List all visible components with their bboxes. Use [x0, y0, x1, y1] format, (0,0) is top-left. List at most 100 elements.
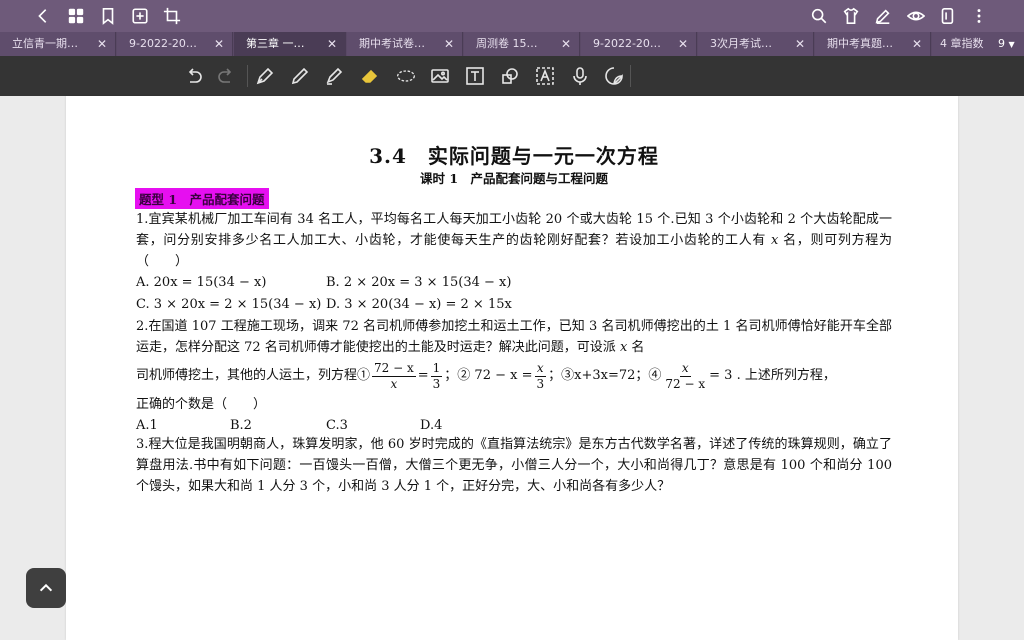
theme-icon[interactable]: [840, 5, 862, 27]
grid-icon[interactable]: [65, 5, 87, 27]
sticker-icon[interactable]: [602, 64, 626, 88]
fraction-denominator: 3: [432, 376, 441, 391]
page-subtitle: 课时 1 产品配套问题与工程问题: [419, 171, 609, 186]
tab-document[interactable]: 4 章指数: [932, 32, 992, 56]
equation-2-text: ；② 72 − x =: [444, 368, 533, 383]
option-d: D. 3 × 20(34 − x) = 2 × 15x: [326, 297, 512, 312]
microphone-icon[interactable]: [568, 64, 592, 88]
toolbar-divider: [630, 65, 631, 87]
question-1: 1.宜宾某机械厂加工车间有 34 名工人，平均每名工人每天加工小齿轮 20 个或…: [136, 209, 892, 272]
scroll-to-top-button[interactable]: [26, 568, 66, 608]
close-icon[interactable]: ✕: [444, 32, 454, 56]
redo-icon[interactable]: [214, 64, 238, 88]
undo-icon[interactable]: [182, 64, 206, 88]
text-recognition-icon[interactable]: [533, 64, 557, 88]
document-page[interactable]: 3.4 实际问题与一元一次方程 课时 1 产品配套问题与工程问题 题型 1 产品…: [66, 96, 958, 640]
shapes-icon[interactable]: [498, 64, 522, 88]
chevron-up-icon: [39, 583, 53, 592]
fraction-2: x3: [534, 360, 547, 392]
option-d: D.4: [420, 418, 443, 433]
more-icon[interactable]: [968, 5, 990, 27]
fraction-denominator: x: [390, 376, 398, 391]
drawing-toolbar: [0, 56, 1024, 146]
tab-label: 期中考真题…: [827, 37, 893, 50]
option-b: B.2: [230, 418, 252, 433]
image-icon[interactable]: [428, 64, 452, 88]
category-highlight: 题型 1 产品配套问题: [135, 188, 269, 209]
pen-edit-icon[interactable]: [872, 5, 894, 27]
fraction-numerator: 1: [430, 360, 443, 377]
fountain-pen-icon[interactable]: [253, 64, 277, 88]
pages-icon[interactable]: [936, 5, 958, 27]
fraction-denominator: 3: [536, 376, 545, 391]
option-c: C.3: [326, 418, 348, 433]
fraction-4: x 72 − x: [663, 361, 707, 392]
read-mode-icon[interactable]: [905, 5, 927, 27]
fraction-denominator: 72 − x: [665, 376, 706, 391]
question-2-text: 2.在国道 107 工程施工现场，调来 72 名司机师傅参加挖土和运土工作，已知…: [136, 319, 892, 355]
tab-label: 第三章 一…: [246, 37, 305, 50]
question-2: 2.在国道 107 工程施工现场，调来 72 名司机师傅参加挖土和运土工作，已知…: [136, 316, 892, 358]
tab-label: 9-2022-20…: [593, 37, 661, 50]
question-3: 3.程大位是我国明朝商人，珠算发明家，他 60 岁时完成的《直指算法统宗》是东方…: [136, 437, 892, 494]
text-box-icon[interactable]: [463, 64, 487, 88]
equation-3-text: ；③x+3x=72；④: [548, 368, 662, 383]
equation-tail-text: = 3 . 上述所列方程，: [709, 368, 836, 383]
search-icon[interactable]: [808, 5, 830, 27]
tab-label: 周测卷 15…: [476, 37, 538, 50]
tab-bar: 立信青一期… ✕ 9-2022-20… ✕ 第三章 一… ✕ 期中考试卷… ✕ …: [0, 32, 1024, 56]
question-2-text-end: 名: [627, 340, 645, 355]
tab-count-value: 9: [998, 37, 1005, 50]
tab-document[interactable]: 周测卷 15… ✕: [464, 32, 580, 56]
tab-document-active[interactable]: 第三章 一… ✕: [234, 32, 346, 56]
option-c: C. 3 × 20x = 2 × 15(34 − x): [136, 297, 322, 312]
fraction-numerator: x: [534, 360, 546, 377]
tab-document[interactable]: 期中考真题… ✕: [815, 32, 931, 56]
tab-count-badge[interactable]: 9 ▼: [988, 32, 1024, 56]
option-a: A.1: [136, 418, 158, 433]
tab-document[interactable]: 立信青一期… ✕: [0, 32, 116, 56]
tab-label: 3次月考试…: [710, 37, 772, 50]
equation-lead-text: 司机师傅挖土，其他的人运土，列方程①: [136, 368, 371, 383]
close-icon[interactable]: ✕: [912, 32, 922, 56]
question-1-options-row: C. 3 × 20x = 2 × 15(34 − x) D. 3 × 20(34…: [136, 294, 892, 316]
close-icon[interactable]: ✕: [214, 32, 224, 56]
fraction-1: 72 − xx: [372, 361, 416, 392]
close-icon[interactable]: ✕: [678, 32, 688, 56]
toolbar-divider: [247, 65, 248, 87]
tab-label: 9-2022-20…: [129, 37, 197, 50]
bookmark-icon[interactable]: [97, 5, 119, 27]
question-2-closing: 正确的个数是（ ）: [136, 397, 267, 412]
close-icon[interactable]: ✕: [561, 32, 571, 56]
page-title: 3.4 实际问题与一元一次方程: [369, 144, 659, 168]
tab-document[interactable]: 9-2022-20… ✕: [581, 32, 697, 56]
tab-label: 4 章指数: [940, 37, 984, 50]
highlighter-icon[interactable]: [322, 64, 346, 88]
add-page-icon[interactable]: [129, 5, 151, 27]
tab-document[interactable]: 期中考试卷… ✕: [347, 32, 463, 56]
chevron-down-icon: ▼: [1008, 40, 1015, 49]
lasso-icon[interactable]: [392, 64, 420, 88]
pen-icon[interactable]: [288, 64, 312, 88]
option-a: A. 20x = 15(34 − x): [136, 275, 267, 290]
question-2-equations: 司机师傅挖土，其他的人运土，列方程① 72 − xx = 13 ；② 72 − …: [136, 358, 892, 394]
crop-icon[interactable]: [161, 5, 183, 27]
question-2-options-row: A.1 B.2 C.3 D.4: [136, 415, 892, 437]
equals-sign: =: [417, 368, 429, 383]
tab-label: 立信青一期…: [12, 37, 78, 50]
close-icon[interactable]: ✕: [327, 32, 337, 56]
eraser-icon[interactable]: [358, 64, 382, 88]
tab-label: 期中考试卷…: [359, 37, 425, 50]
fraction-numerator: x: [679, 360, 691, 377]
close-icon[interactable]: ✕: [97, 32, 107, 56]
top-bar: [0, 0, 1024, 32]
close-icon[interactable]: ✕: [795, 32, 805, 56]
tab-document[interactable]: 3次月考试… ✕: [698, 32, 814, 56]
fraction-numerator: 72 − x: [372, 360, 416, 377]
document-content: 3.4 实际问题与一元一次方程 课时 1 产品配套问题与工程问题 题型 1 产品…: [135, 140, 892, 497]
tab-document[interactable]: 9-2022-20… ✕: [117, 32, 233, 56]
fraction-1-rhs: 13: [430, 360, 443, 392]
chevron-left-icon[interactable]: [32, 5, 54, 27]
option-b: B. 2 × 20x = 3 × 15(34 − x): [326, 275, 512, 290]
question-1-options-row: A. 20x = 15(34 − x) B. 2 × 20x = 3 × 15(…: [136, 272, 892, 294]
